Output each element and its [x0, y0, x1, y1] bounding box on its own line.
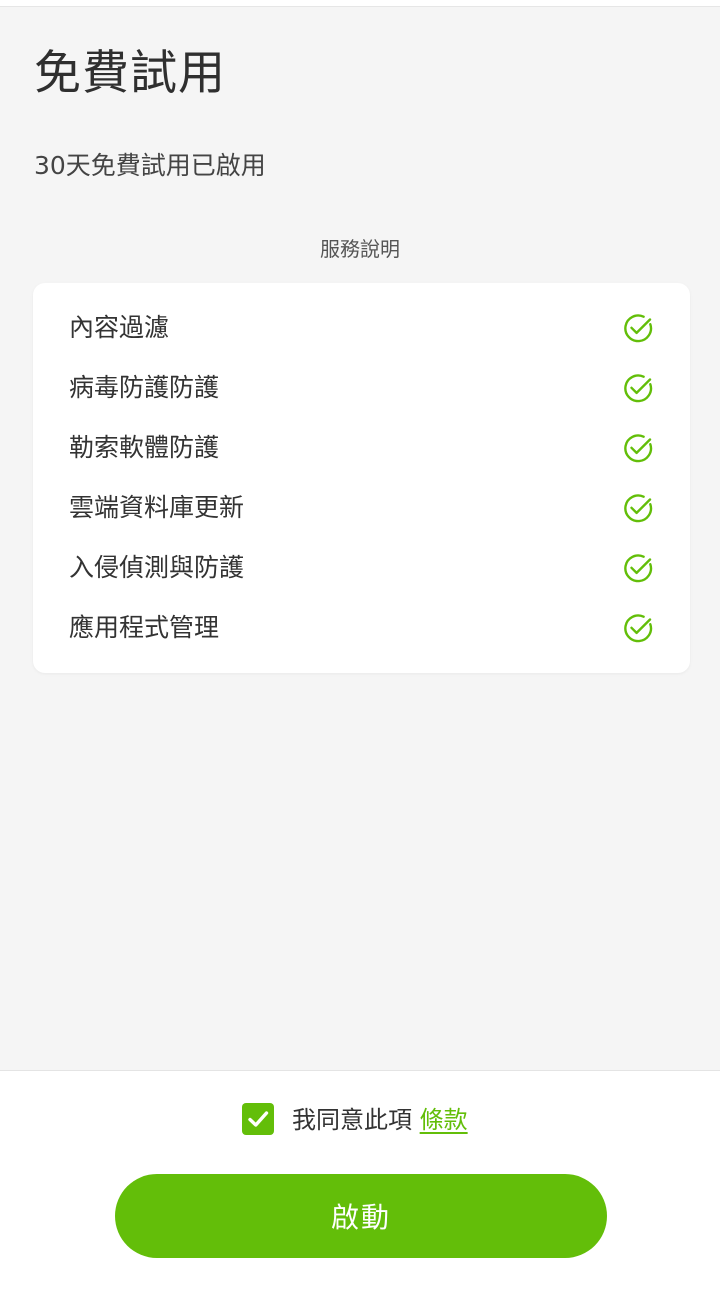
service-item-app-management: 應用程式管理 [33, 598, 690, 658]
section-title: 服務說明 [320, 237, 400, 261]
service-item-label: 應用程式管理 [69, 613, 220, 642]
service-item-ransomware-protection: 勒索軟體防護 [33, 418, 690, 478]
activate-button[interactable]: 啟動 [115, 1174, 607, 1258]
agree-checkbox[interactable] [242, 1103, 274, 1135]
check-circle-icon [624, 434, 653, 463]
service-item-label: 病毒防護防護 [69, 373, 220, 402]
check-circle-icon [624, 554, 653, 583]
service-list-card: 內容過濾 病毒防護防護 勒索軟體防護 雲端資料庫更新 入侵偵測與防護 應用程式管… [33, 283, 690, 673]
agree-text: 我同意此項 條款 [292, 1102, 468, 1138]
page-title: 免費試用 [34, 46, 226, 101]
agree-label: 我同意此項 [292, 1106, 420, 1134]
check-circle-icon [624, 314, 653, 343]
top-divider [0, 0, 720, 7]
checkmark-icon [248, 1111, 269, 1127]
trial-status-text: 30天免費試用已啟用 [34, 151, 266, 180]
check-circle-icon [624, 614, 653, 643]
service-item-content-filter: 內容過濾 [33, 298, 690, 358]
terms-link[interactable]: 條款 [420, 1106, 468, 1134]
service-item-cloud-database-update: 雲端資料庫更新 [33, 478, 690, 538]
service-item-label: 勒索軟體防護 [69, 433, 220, 462]
check-circle-icon [624, 494, 653, 523]
service-item-intrusion-detection: 入侵偵測與防護 [33, 538, 690, 598]
service-item-virus-protection: 病毒防護防護 [33, 358, 690, 418]
service-item-label: 內容過濾 [69, 313, 170, 342]
service-item-label: 入侵偵測與防護 [69, 553, 245, 582]
service-item-label: 雲端資料庫更新 [69, 493, 245, 522]
check-circle-icon [624, 374, 653, 403]
